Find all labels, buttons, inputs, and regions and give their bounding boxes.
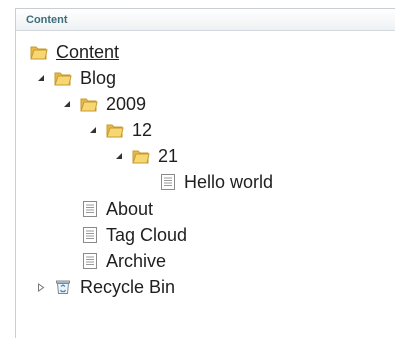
collapse-toggle-icon[interactable] bbox=[114, 151, 124, 161]
content-tree: Content Blog 2009 12 21 Hello world Abou… bbox=[0, 0, 395, 338]
collapse-toggle-icon[interactable] bbox=[62, 99, 72, 109]
folder-icon bbox=[80, 95, 98, 113]
tree-node-content[interactable]: Content bbox=[30, 40, 119, 64]
folder-icon bbox=[30, 43, 48, 61]
tree-node-archive[interactable]: Archive bbox=[82, 249, 166, 273]
tree-node-label[interactable]: Content bbox=[56, 40, 119, 64]
tree-node-label[interactable]: Recycle Bin bbox=[80, 275, 175, 299]
collapse-toggle-icon[interactable] bbox=[88, 125, 98, 135]
tree-node-blog[interactable]: Blog bbox=[36, 66, 116, 90]
tree-node-label[interactable]: Tag Cloud bbox=[106, 223, 187, 247]
tree-node-label[interactable]: Hello world bbox=[184, 170, 273, 194]
folder-icon bbox=[106, 121, 124, 139]
collapse-toggle-icon[interactable] bbox=[36, 73, 46, 83]
tree-node-tag-cloud[interactable]: Tag Cloud bbox=[82, 223, 187, 247]
tree-node-about[interactable]: About bbox=[82, 197, 153, 221]
tree-node-hello-world[interactable]: Hello world bbox=[160, 170, 273, 194]
document-icon bbox=[160, 173, 176, 191]
folder-icon bbox=[132, 147, 150, 165]
tree-node-12[interactable]: 12 bbox=[88, 118, 152, 142]
tree-node-label[interactable]: About bbox=[106, 197, 153, 221]
tree-node-21[interactable]: 21 bbox=[114, 144, 178, 168]
recycle-bin-icon bbox=[54, 278, 72, 296]
document-icon bbox=[82, 252, 98, 270]
folder-icon bbox=[54, 69, 72, 87]
tree-node-label[interactable]: 2009 bbox=[106, 92, 146, 116]
tree-node-label[interactable]: 21 bbox=[158, 144, 178, 168]
tree-node-recycle-bin[interactable]: Recycle Bin bbox=[36, 275, 175, 299]
tree-node-label[interactable]: Archive bbox=[106, 249, 166, 273]
tree-node-label[interactable]: 12 bbox=[132, 118, 152, 142]
document-icon bbox=[82, 200, 98, 218]
expand-toggle-icon[interactable] bbox=[36, 282, 46, 292]
tree-node-label[interactable]: Blog bbox=[80, 66, 116, 90]
document-icon bbox=[82, 226, 98, 244]
tree-node-2009[interactable]: 2009 bbox=[62, 92, 146, 116]
